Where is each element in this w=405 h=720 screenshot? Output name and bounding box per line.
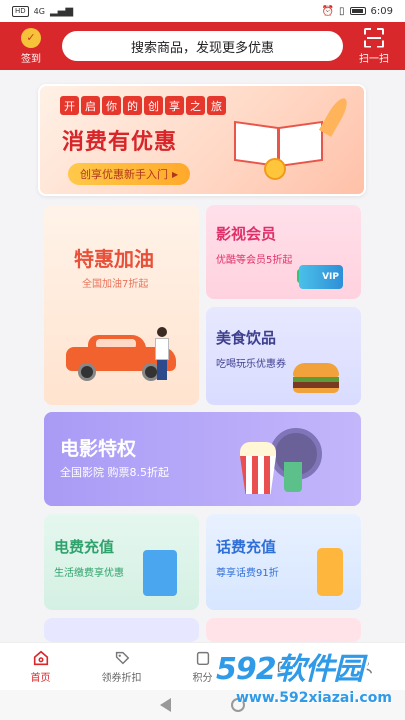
banner-chip: 你 [102,96,121,115]
signin-label: 签到 [21,53,41,65]
vibrate-icon: ▯ [339,5,345,17]
card-peek-left [44,618,199,642]
movie-subtitle: 全国影院 购票8.5折起 [60,466,169,479]
book-illustration [234,116,324,180]
beginner-guide-button[interactable]: 创享优惠新手入门 ▶ [68,163,191,185]
banner-chip: 之 [186,96,205,115]
banner-title: 消费有优惠 [62,130,178,155]
fuel-card[interactable]: 特惠加油 全国加油7折起 [44,205,199,405]
points-icon [196,651,209,666]
tab-coupons[interactable]: 领券折扣 [81,643,162,690]
app-header: ✓ 签到 搜索商品，发现更多优惠 扫一扫 [0,22,405,70]
watermark-logo-text: 592软件园 [216,652,364,687]
status-right: ⏰ ▯ 6:09 [322,6,393,17]
clock: 6:09 [370,5,393,17]
tab-label: 积分 [192,673,213,684]
movie-title: 电影特权 [60,438,137,460]
food-title: 美食饮品 [216,329,277,347]
banner-chips: 开 启 你 的 创 享 之 旅 [60,96,226,115]
beginner-guide-label: 创享优惠新手入门 [80,168,168,181]
tab-label: 首页 [30,673,51,684]
banner-chip: 的 [123,96,142,115]
scan-icon [364,28,384,48]
bill-illustration [143,550,177,596]
search-placeholder: 搜索商品，发现更多优惠 [130,40,274,56]
signin-icon: ✓ [21,27,41,48]
scan-button[interactable]: 扫一扫 [351,28,397,65]
banner-chip: 启 [81,96,100,115]
coupon-icon [115,651,129,665]
food-subtitle: 吃喝玩乐优惠券 [216,359,286,370]
phone-title: 话费充值 [216,538,277,556]
movie-privilege-card[interactable]: 电影特权 全国影院 购票8.5折起 [44,412,361,506]
burger-illustration [293,363,339,393]
hd-badge: HD [12,5,29,17]
promo-banner[interactable]: 开 启 你 的 创 享 之 旅 消费有优惠 创享优惠新手入门 ▶ [38,84,366,196]
power-title: 电费充值 [54,538,115,556]
video-membership-card[interactable]: 影视会员 优酷等会员5折起 VIP [206,205,361,299]
watermark-url: www.592xiazai.com [236,690,392,706]
banner-chip: 开 [60,96,79,115]
drink-cup-illustration [284,462,302,492]
food-drink-card[interactable]: 美食饮品 吃喝玩乐优惠券 [206,307,361,405]
power-subtitle: 生活缴费享优惠 [54,568,124,579]
network-type: 4G [33,6,45,16]
person-illustration [154,327,170,381]
watermark: 592软件园 www.592xiazai.com [216,644,402,714]
phone-illustration [317,548,343,596]
signin-button[interactable]: ✓ 签到 [8,27,54,65]
signal-icon: ▂▄▆ [49,5,74,17]
search-input[interactable]: 搜索商品，发现更多优惠 [62,31,343,61]
tab-home[interactable]: 首页 [0,643,81,690]
card-peek-right [206,618,361,642]
banner-chip: 享 [165,96,184,115]
tab-label: 领券折扣 [101,673,142,684]
scan-label: 扫一扫 [359,53,389,65]
home-icon [33,650,48,666]
fuel-subtitle: 全国加油7折起 [82,279,149,290]
status-bar: HD 4G ▂▄▆ ⏰ ▯ 6:09 [0,0,405,22]
video-title: 影视会员 [216,225,277,243]
status-left: HD 4G ▂▄▆ [12,5,74,17]
vip-card-icon: VIP [299,265,343,289]
banner-chip: 创 [144,96,163,115]
phone-subtitle: 尊享话费91折 [216,568,279,579]
phone-topup-card[interactable]: 话费充值 尊享话费91折 [206,514,361,610]
banner-chip: 旅 [207,96,226,115]
video-subtitle: 优酷等会员5折起 [216,255,293,266]
fuel-title: 特惠加油 [74,247,154,271]
back-icon[interactable] [160,698,171,712]
alarm-icon: ⏰ [321,5,335,17]
popcorn-illustration [240,442,276,494]
arrow-right-icon: ▶ [172,169,179,179]
electricity-card[interactable]: 电费充值 生活缴费享优惠 [44,514,199,610]
battery-icon [349,7,366,15]
